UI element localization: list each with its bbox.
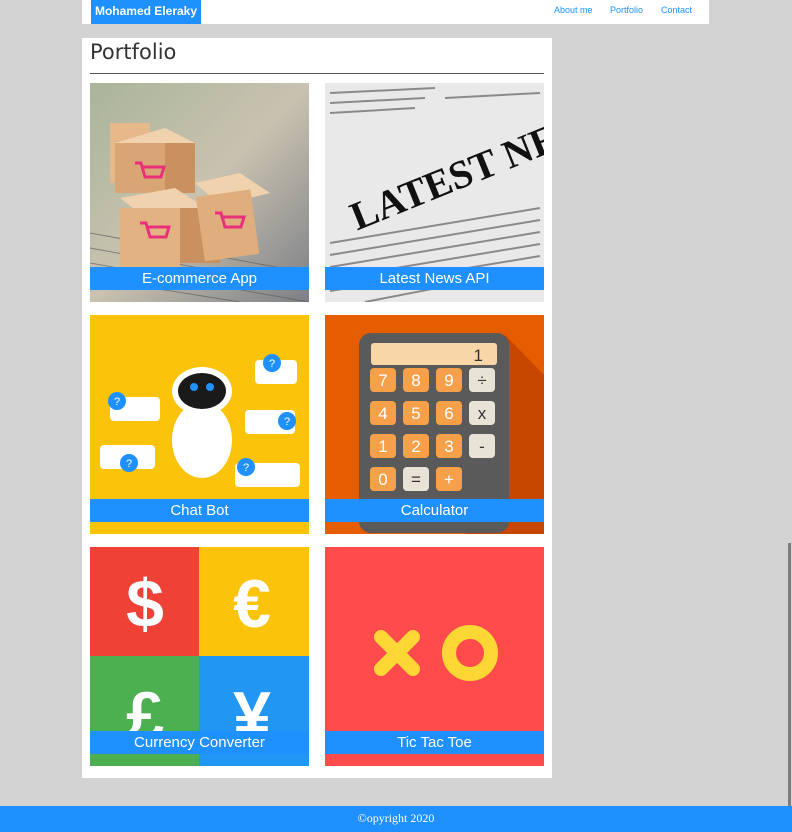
- nav-contact-link[interactable]: Contact: [661, 5, 692, 15]
- calc-key-label: 2: [411, 437, 420, 456]
- scrollbar[interactable]: [788, 543, 791, 806]
- project-caption: Calculator: [325, 499, 544, 522]
- project-card-ecommerce[interactable]: E-commerce App: [90, 83, 309, 302]
- project-card-tic-tac-toe[interactable]: Tic Tac Toe: [325, 547, 544, 766]
- calc-key-label: 7: [378, 371, 387, 390]
- project-card-latest-news[interactable]: LATEST NEWS Latest News API: [325, 83, 544, 302]
- svg-text:€: €: [233, 566, 271, 642]
- brand-logo[interactable]: Mohamed Eleraky: [91, 0, 201, 24]
- svg-text:?: ?: [269, 358, 275, 370]
- svg-text:$: $: [126, 566, 164, 642]
- project-caption: Latest News API: [325, 267, 544, 290]
- calc-key-label: 4: [378, 404, 387, 423]
- svg-text:?: ?: [243, 462, 249, 474]
- calc-key-label: 9: [444, 371, 453, 390]
- calc-key-label: x: [478, 404, 487, 423]
- project-card-currency-converter[interactable]: $ € £ ¥ Currency Converter: [90, 547, 309, 766]
- project-card-calculator[interactable]: 1 7 8 9 ÷ 4 5 6 x 1 2 3 - 0 = + Calculator: [325, 315, 544, 534]
- calc-key-label: 6: [444, 404, 453, 423]
- calc-key-label: =: [411, 470, 421, 489]
- nav-portfolio-link[interactable]: Portfolio: [610, 5, 643, 15]
- calc-key-label: 0: [378, 470, 387, 489]
- nav-about-link[interactable]: About me: [554, 5, 593, 15]
- calc-key-label: 8: [411, 371, 420, 390]
- calc-key-label: 3: [444, 437, 453, 456]
- portfolio-section: Portfolio E-commerce App LATEST NEWS Lat…: [82, 38, 552, 778]
- page-title: Portfolio: [90, 40, 177, 64]
- calc-key-label: 1: [378, 437, 387, 456]
- project-card-chat-bot[interactable]: ? ? ? ? ? Chat Bot: [90, 315, 309, 534]
- svg-text:?: ?: [114, 396, 120, 408]
- project-caption: Tic Tac Toe: [325, 731, 544, 754]
- project-caption: E-commerce App: [90, 267, 309, 290]
- top-nav-bar: Mohamed Eleraky About me Portfolio Conta…: [82, 0, 709, 24]
- calc-key-label: 5: [411, 404, 420, 423]
- project-caption: Currency Converter: [90, 731, 309, 754]
- svg-text:?: ?: [126, 458, 132, 470]
- project-caption: Chat Bot: [90, 499, 309, 522]
- calc-key-label: +: [444, 470, 454, 489]
- svg-text:?: ?: [284, 416, 290, 428]
- svg-text:1: 1: [474, 346, 483, 365]
- calc-key-label: ÷: [477, 371, 486, 390]
- title-divider: [90, 73, 544, 74]
- footer: ©opyright 2020: [0, 806, 792, 832]
- calc-key-label: -: [479, 437, 485, 456]
